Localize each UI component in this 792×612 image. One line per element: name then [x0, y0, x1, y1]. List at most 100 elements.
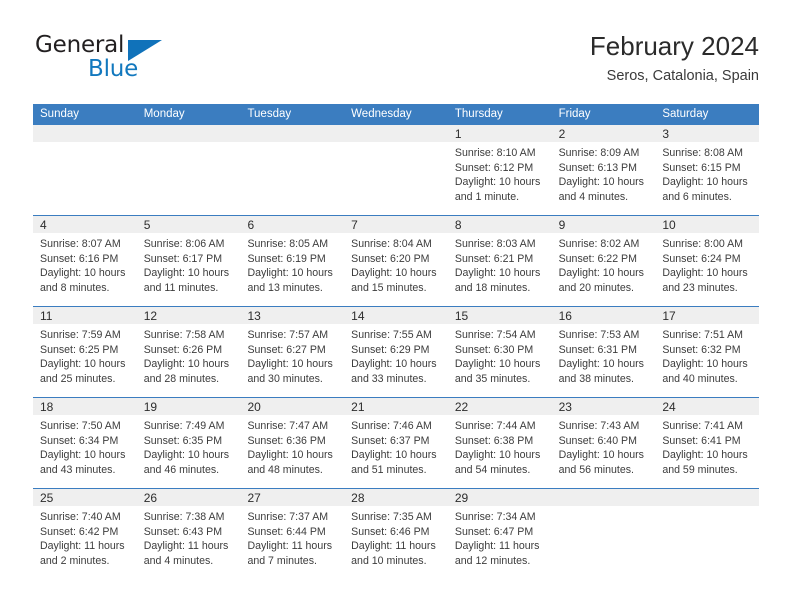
- weekday-header-thursday: Thursday: [454, 108, 503, 120]
- day-detail-line: Sunrise: 8:09 AM: [558, 147, 640, 159]
- day-detail-line: Sunset: 6:38 PM: [454, 434, 534, 447]
- day-number-band: 5: [136, 216, 241, 233]
- calendar-day-cell[interactable]: 18 Sunrise: 7:50 AM Sunset: 6:34 PM Dayligh…: [33, 398, 137, 488]
- day-detail-line: Sunset: 6:44 PM: [247, 525, 326, 538]
- day-number-band: 21: [344, 398, 448, 415]
- calendar-day-cell[interactable]: 22 Sunrise: 7:44 AM Sunset: 6:38 PM Dayligh…: [447, 398, 552, 488]
- weekday-header-saturday: Saturday: [662, 108, 709, 120]
- calendar-day-cell[interactable]: 7 Sunrise: 8:04 AM Sunset: 6:20 PM Daylight…: [344, 216, 448, 306]
- day-number: 8: [454, 218, 462, 232]
- calendar-page: General Blue February 2024 Seros, Catalo…: [0, 0, 792, 612]
- calendar-day-cell[interactable]: 10 Sunrise: 8:00 AM Sunset: 6:24 PM Dayligh…: [655, 216, 760, 306]
- general-blue-logo[interactable]: General Blue: [33, 30, 233, 88]
- page-title: February 2024: [589, 31, 759, 61]
- day-detail-line: and 13 minutes.: [247, 281, 323, 294]
- calendar-day-cell[interactable]: 21 Sunrise: 7:46 AM Sunset: 6:37 PM Dayligh…: [344, 398, 448, 488]
- day-details: Sunrise: 8:10 AM Sunset: 6:12 PM Daylight:…: [448, 142, 552, 204]
- day-detail-line: Sunset: 6:22 PM: [558, 252, 637, 265]
- day-detail-line: Sunset: 6:29 PM: [351, 343, 430, 356]
- day-detail-line: Daylight: 10 hours: [143, 449, 230, 462]
- day-detail-line: Sunset: 6:19 PM: [247, 252, 326, 265]
- calendar-day-cell[interactable]: 14 Sunrise: 7:55 AM Sunset: 6:29 PM Dayligh…: [344, 307, 448, 397]
- calendar-day-cell[interactable]: 24 Sunrise: 7:41 AM Sunset: 6:41 PM Dayligh…: [655, 398, 760, 488]
- calendar-day-cell-empty: [655, 489, 760, 579]
- day-number-band: 13: [240, 307, 345, 324]
- day-number: 25: [40, 491, 54, 505]
- day-detail-line: Sunrise: 8:06 AM: [143, 238, 225, 250]
- day-details: Sunrise: 7:53 AM Sunset: 6:31 PM Daylight:…: [552, 324, 656, 386]
- calendar-day-cell[interactable]: 5 Sunrise: 8:06 AM Sunset: 6:17 PM Daylight…: [136, 216, 241, 306]
- logo-text-blue: Blue: [88, 56, 139, 82]
- day-detail-line: Sunrise: 8:02 AM: [558, 238, 640, 250]
- calendar-day-cell[interactable]: 15 Sunrise: 7:54 AM Sunset: 6:30 PM Dayligh…: [447, 307, 552, 397]
- day-details: Sunrise: 7:49 AM Sunset: 6:35 PM Daylight:…: [137, 415, 241, 477]
- day-number-band: 1: [447, 125, 552, 142]
- calendar-day-cell[interactable]: 9 Sunrise: 8:02 AM Sunset: 6:22 PM Daylight…: [551, 216, 656, 306]
- calendar-day-cell[interactable]: 13 Sunrise: 7:57 AM Sunset: 6:27 PM Dayligh…: [240, 307, 345, 397]
- day-detail-line: and 35 minutes.: [454, 372, 531, 385]
- calendar-day-cell[interactable]: 25 Sunrise: 7:40 AM Sunset: 6:42 PM Dayligh…: [33, 489, 137, 579]
- day-number-band: 24: [655, 398, 760, 415]
- calendar-day-cell[interactable]: 8 Sunrise: 8:03 AM Sunset: 6:21 PM Daylight…: [447, 216, 552, 306]
- day-detail-line: Sunset: 6:12 PM: [454, 161, 534, 174]
- day-details: [240, 142, 344, 146]
- calendar-day-cell[interactable]: 26 Sunrise: 7:38 AM Sunset: 6:43 PM Dayligh…: [136, 489, 241, 579]
- calendar-day-cell[interactable]: 6 Sunrise: 8:05 AM Sunset: 6:19 PM Daylight…: [240, 216, 345, 306]
- day-detail-line: Sunset: 6:41 PM: [662, 434, 741, 447]
- calendar-day-cell-empty: [344, 125, 448, 215]
- day-detail-line: Daylight: 10 hours: [662, 267, 748, 280]
- day-detail-line: and 25 minutes.: [40, 372, 116, 385]
- calendar-day-cell[interactable]: 28 Sunrise: 7:35 AM Sunset: 6:46 PM Dayligh…: [344, 489, 448, 579]
- day-detail-line: Daylight: 10 hours: [558, 267, 644, 280]
- day-detail-line: and 15 minutes.: [351, 281, 427, 294]
- day-details: Sunrise: 8:00 AM Sunset: 6:24 PM Daylight:…: [655, 233, 759, 295]
- day-detail-line: Sunset: 6:27 PM: [247, 343, 326, 356]
- day-detail-line: Sunrise: 7:34 AM: [454, 511, 536, 523]
- calendar-day-cell[interactable]: 2 Sunrise: 8:09 AM Sunset: 6:13 PM Daylight…: [551, 125, 656, 215]
- calendar-day-cell[interactable]: 4 Sunrise: 8:07 AM Sunset: 6:16 PM Daylight…: [33, 216, 137, 306]
- day-number: 26: [143, 491, 158, 505]
- day-details: Sunrise: 7:47 AM Sunset: 6:36 PM Daylight:…: [240, 415, 344, 477]
- day-number-band: 11: [33, 307, 137, 324]
- calendar-day-cell[interactable]: 16 Sunrise: 7:53 AM Sunset: 6:31 PM Dayligh…: [551, 307, 656, 397]
- calendar-day-cell[interactable]: 17 Sunrise: 7:51 AM Sunset: 6:32 PM Dayligh…: [655, 307, 760, 397]
- day-detail-line: and 23 minutes.: [662, 281, 738, 294]
- day-number-band: 14: [344, 307, 448, 324]
- day-detail-line: Sunrise: 8:00 AM: [662, 238, 743, 250]
- day-detail-line: Sunset: 6:37 PM: [351, 434, 430, 447]
- calendar-day-cell[interactable]: 3 Sunrise: 8:08 AM Sunset: 6:15 PM Daylight…: [655, 125, 760, 215]
- day-detail-line: Sunrise: 7:35 AM: [351, 511, 432, 523]
- day-detail-line: Sunrise: 8:05 AM: [247, 238, 329, 250]
- calendar-day-cell[interactable]: 20 Sunrise: 7:47 AM Sunset: 6:36 PM Dayligh…: [240, 398, 345, 488]
- day-detail-line: Sunrise: 7:38 AM: [143, 511, 225, 523]
- day-detail-line: Daylight: 10 hours: [454, 267, 541, 280]
- calendar-day-cell[interactable]: 11 Sunrise: 7:59 AM Sunset: 6:25 PM Dayligh…: [33, 307, 137, 397]
- calendar-day-cell[interactable]: 12 Sunrise: 7:58 AM Sunset: 6:26 PM Dayligh…: [136, 307, 241, 397]
- weekday-header-wednesday: Wednesday: [351, 108, 412, 120]
- day-detail-line: and 4 minutes.: [143, 554, 214, 567]
- calendar-week-row: 4 Sunrise: 8:07 AM Sunset: 6:16 PM Daylight…: [33, 215, 760, 306]
- day-detail-line: Sunrise: 7:40 AM: [40, 511, 121, 523]
- day-number-band: 20: [240, 398, 345, 415]
- day-detail-line: Daylight: 11 hours: [351, 540, 436, 553]
- day-number: 7: [351, 218, 358, 232]
- day-details: [655, 506, 759, 510]
- calendar-day-cell[interactable]: 1 Sunrise: 8:10 AM Sunset: 6:12 PM Daylight…: [447, 125, 552, 215]
- day-number-band: 8: [447, 216, 552, 233]
- calendar-week-row: 1 Sunrise: 8:10 AM Sunset: 6:12 PM Daylight…: [33, 125, 760, 215]
- day-number: 29: [454, 491, 469, 505]
- day-detail-line: Daylight: 10 hours: [247, 449, 333, 462]
- calendar-day-cell-empty: [136, 125, 241, 215]
- day-detail-line: Sunrise: 7:54 AM: [454, 329, 536, 341]
- calendar-day-cell[interactable]: 29 Sunrise: 7:34 AM Sunset: 6:47 PM Dayligh…: [447, 489, 552, 579]
- day-number-band: [655, 489, 760, 506]
- day-detail-line: and 51 minutes.: [351, 463, 427, 476]
- calendar-day-cell[interactable]: 19 Sunrise: 7:49 AM Sunset: 6:35 PM Dayligh…: [136, 398, 241, 488]
- day-detail-line: Sunset: 6:13 PM: [558, 161, 637, 174]
- day-number-band: [33, 125, 137, 142]
- day-number-band: 7: [344, 216, 448, 233]
- day-detail-line: and 33 minutes.: [351, 372, 427, 385]
- day-number-band: 27: [240, 489, 345, 506]
- calendar-day-cell[interactable]: 23 Sunrise: 7:43 AM Sunset: 6:40 PM Dayligh…: [551, 398, 656, 488]
- calendar-day-cell[interactable]: 27 Sunrise: 7:37 AM Sunset: 6:44 PM Dayligh…: [240, 489, 345, 579]
